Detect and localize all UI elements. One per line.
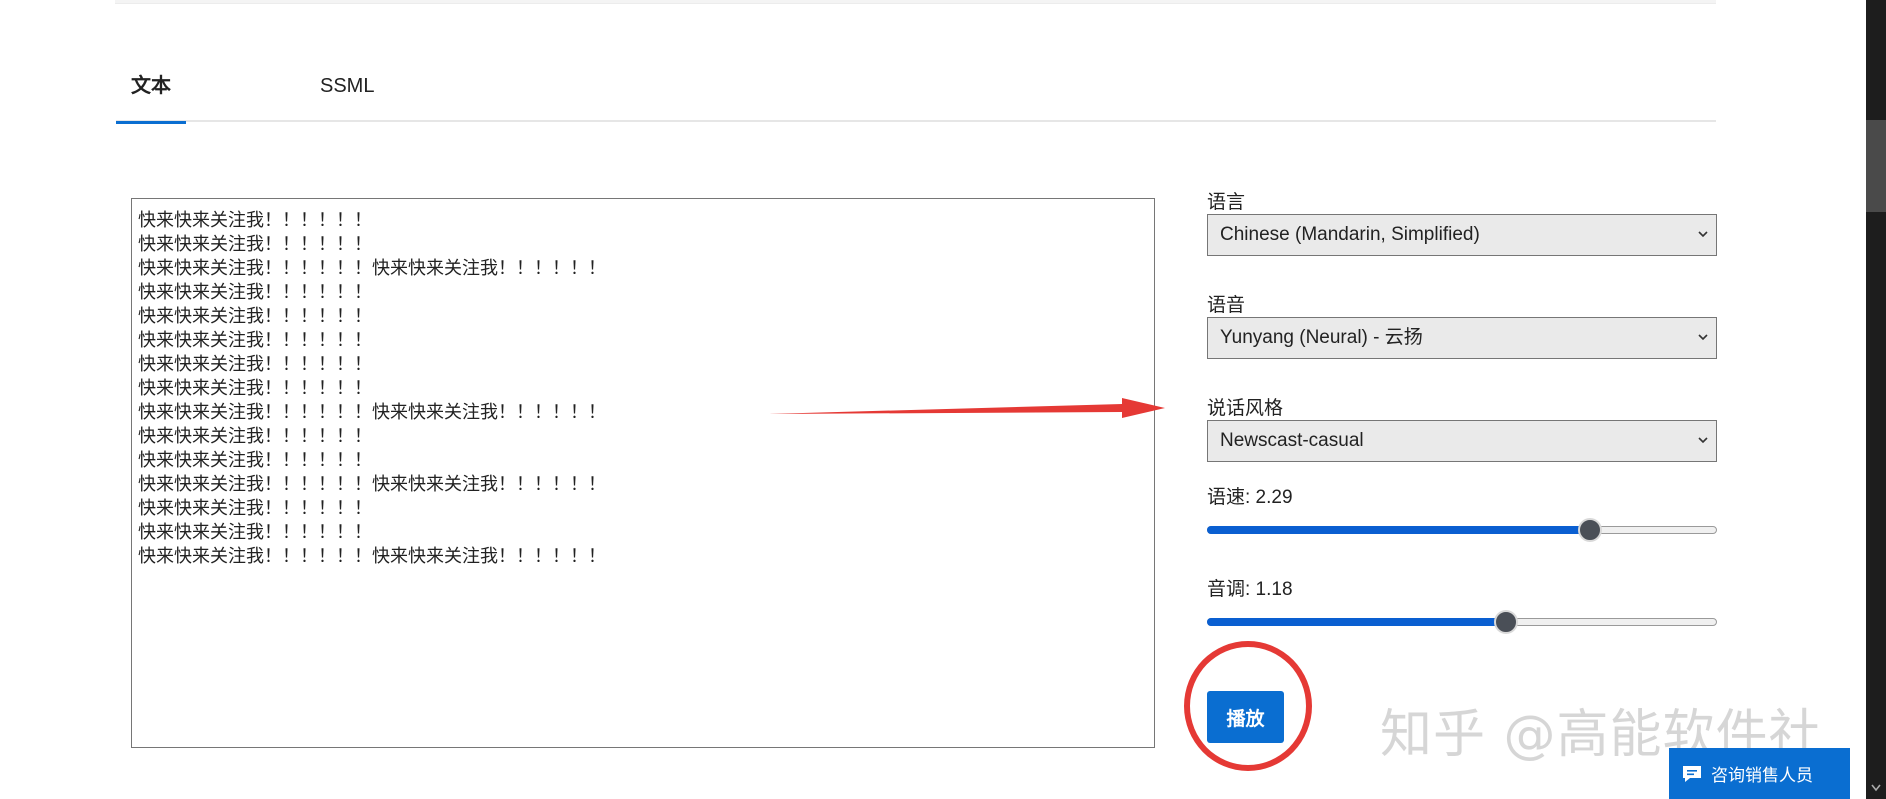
pitch-label: 音调: 1.18 (1207, 579, 1293, 600)
voice-select-value: Yunyang (Neural) - 云扬 (1220, 327, 1423, 348)
tab-ssml[interactable]: SSML (306, 66, 388, 122)
tab-bar: 文本 SSML (116, 66, 1716, 124)
rate-slider[interactable] (1207, 516, 1717, 544)
language-label: 语言 (1207, 192, 1246, 213)
style-select-value: Newscast-casual (1220, 430, 1364, 451)
annotation-circle (1184, 641, 1312, 771)
rate-label: 语速: 2.29 (1207, 487, 1293, 508)
language-select-value: Chinese (Mandarin, Simplified) (1220, 224, 1480, 245)
chevron-down-icon (1698, 231, 1708, 238)
slider-thumb[interactable] (1493, 610, 1518, 634)
slider-thumb[interactable] (1577, 518, 1602, 542)
top-strip (115, 0, 1716, 4)
page: 文本 SSML 快来快来关注我！！！！！！ 快来快来关注我！！！！！！ 快来快来… (0, 0, 1886, 799)
style-label: 说话风格 (1207, 398, 1284, 419)
tab-text[interactable]: 文本 (116, 66, 186, 124)
scrollbar-thumb[interactable] (1866, 120, 1886, 212)
pitch-slider[interactable] (1207, 608, 1717, 636)
style-select[interactable]: Newscast-casual (1207, 420, 1717, 462)
slider-fill (1207, 618, 1506, 626)
chevron-down-icon (1698, 334, 1708, 341)
contact-sales-label: 咨询销售人员 (1711, 766, 1813, 786)
language-select[interactable]: Chinese (Mandarin, Simplified) (1207, 214, 1717, 256)
voice-select[interactable]: Yunyang (Neural) - 云扬 (1207, 317, 1717, 359)
chevron-down-icon (1698, 437, 1708, 444)
text-input-area[interactable]: 快来快来关注我！！！！！！ 快来快来关注我！！！！！！ 快来快来关注我！！！！！… (131, 198, 1155, 748)
annotation-arrow-icon (768, 398, 1165, 418)
voice-label: 语音 (1207, 295, 1246, 316)
contact-sales-button[interactable]: 咨询销售人员 (1669, 748, 1850, 799)
slider-fill (1207, 526, 1590, 534)
scroll-down-icon[interactable] (1869, 782, 1883, 794)
chat-icon (1683, 765, 1701, 782)
